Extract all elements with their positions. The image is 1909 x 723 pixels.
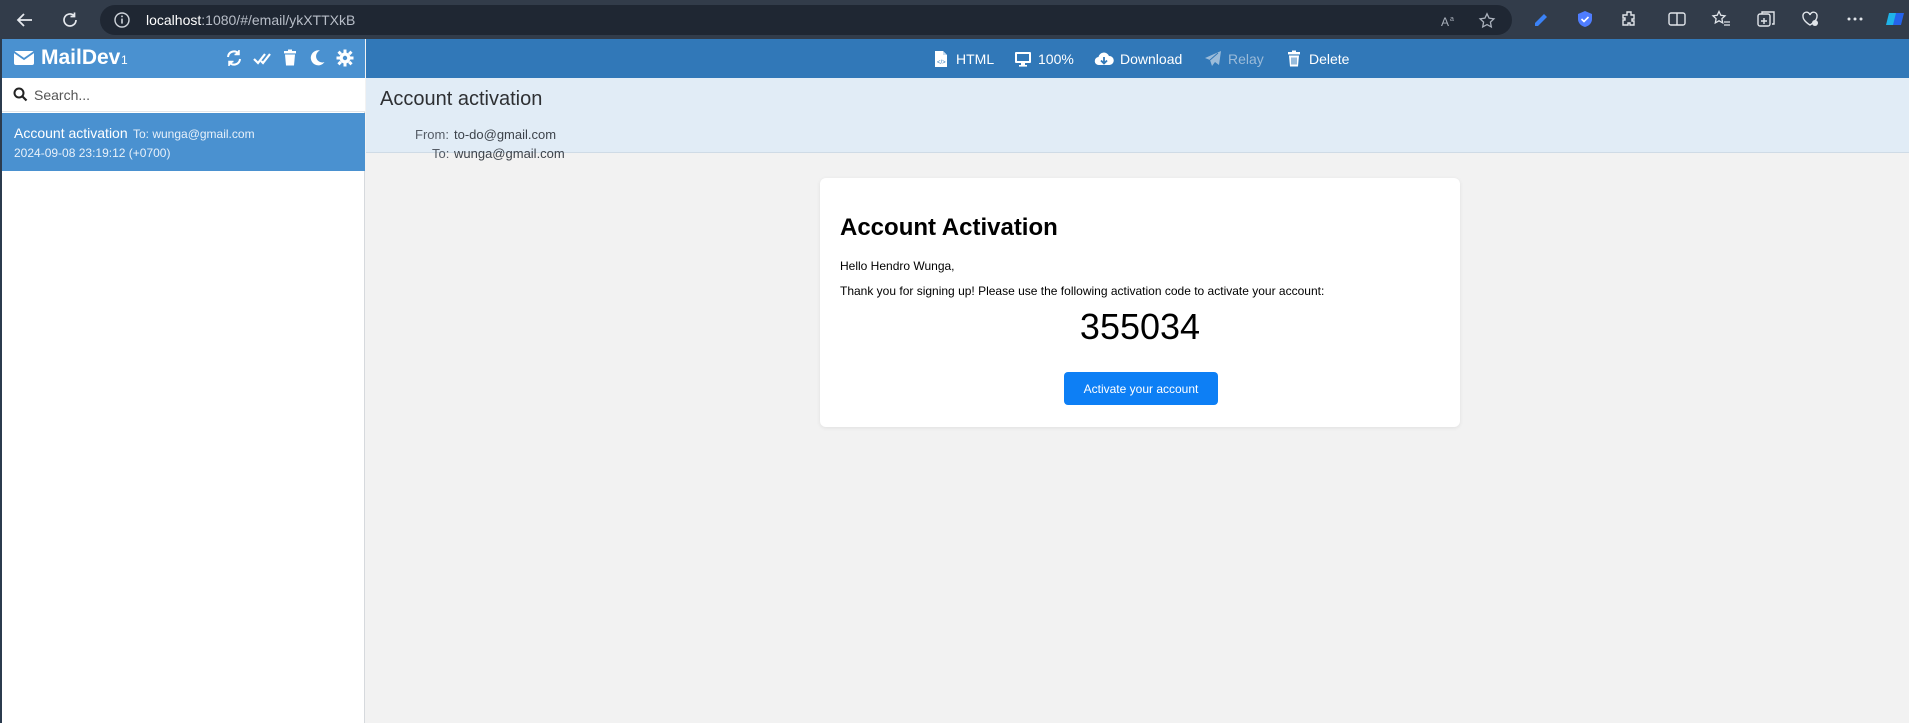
email-body-card: Account Activation Hello Hendro Wunga, T… [820, 178, 1460, 427]
app-title: MailDev [41, 46, 121, 69]
email-item-subject: Account activation [14, 125, 128, 141]
email-count-badge: 1 [121, 53, 128, 67]
body-greeting: Hello Hendro Wunga, [840, 259, 955, 273]
search-input[interactable] [34, 84, 354, 106]
email-item-recipient: To: wunga@gmail.com [133, 127, 255, 141]
download-button[interactable]: Download [1094, 48, 1182, 70]
extension-pen-icon[interactable] [1531, 9, 1551, 29]
address-url: localhost:1080/#/email/ykXTTXkB [146, 12, 356, 28]
to-address: wunga@gmail.com [454, 146, 565, 161]
svg-text:a: a [1450, 16, 1454, 23]
search-bar [2, 78, 365, 112]
svg-text:A: A [1441, 15, 1449, 29]
html-button-label: HTML [956, 51, 995, 67]
envelope-icon [13, 51, 35, 65]
zoom-button-label: 100% [1038, 51, 1074, 67]
to-label: To: [432, 146, 450, 161]
email-list-item[interactable]: Account activation To: wunga@gmail.com 2… [2, 113, 365, 171]
more-icon[interactable] [1845, 9, 1865, 29]
back-icon[interactable] [11, 6, 39, 34]
trash-icon[interactable] [281, 49, 299, 67]
email-subject: Account activation [380, 88, 543, 110]
refresh-icon[interactable] [225, 49, 243, 67]
paper-plane-icon [1205, 51, 1221, 66]
shield-extension-icon[interactable] [1575, 9, 1595, 29]
email-view: </> HTML 100% Download Relay Delete Acco… [366, 39, 1909, 723]
favorites-icon[interactable] [1711, 9, 1731, 29]
relay-button[interactable]: Relay [1204, 48, 1264, 70]
mark-read-icon[interactable] [253, 49, 271, 67]
sidebar-header: MailDev 1 [2, 39, 365, 78]
cloud-download-icon [1094, 52, 1114, 66]
favorite-star-icon[interactable] [1478, 12, 1496, 30]
from-address: to-do@gmail.com [454, 127, 557, 142]
monitor-icon [1015, 52, 1031, 67]
maildev-app: MailDev 1 Account activation To: wunga@g… [0, 39, 1909, 723]
file-code-icon: </> [935, 51, 947, 67]
trash-icon [1288, 50, 1300, 67]
delete-button-label: Delete [1309, 51, 1350, 67]
delete-button[interactable]: Delete [1285, 48, 1349, 70]
browser-toolbar: localhost:1080/#/email/ykXTTXkB Aa [0, 0, 1909, 39]
html-button[interactable]: </> HTML [932, 48, 994, 70]
email-header: Account activation From: to-do@gmail.com… [366, 78, 1909, 161]
reload-icon[interactable] [56, 6, 84, 34]
read-aloud-icon[interactable]: Aa [1440, 12, 1458, 30]
search-icon [13, 87, 28, 102]
split-screen-icon[interactable] [1667, 9, 1687, 29]
sidebar: MailDev 1 Account activation To: wunga@g… [2, 39, 365, 723]
address-bar[interactable]: localhost:1080/#/email/ykXTTXkB Aa [100, 5, 1512, 35]
email-item-date: 2024-09-08 23:19:12 (+0700) [14, 146, 171, 160]
svg-text:</>: </> [937, 60, 946, 66]
heart-icon[interactable] [1800, 9, 1820, 29]
from-label: From: [415, 127, 449, 142]
zoom-button[interactable]: 100% [1014, 48, 1074, 70]
body-message: Thank you for signing up! Please use the… [840, 284, 1325, 298]
collections-icon[interactable] [1756, 9, 1776, 29]
download-button-label: Download [1120, 51, 1183, 67]
extension-icon[interactable] [1619, 9, 1639, 29]
activation-code: 355034 [1079, 306, 1201, 347]
body-heading: Account Activation [840, 214, 1058, 241]
gear-icon[interactable] [336, 49, 354, 67]
moon-icon[interactable] [308, 49, 326, 67]
relay-button-label: Relay [1228, 51, 1264, 67]
activate-account-button[interactable]: Activate your account [1064, 372, 1218, 405]
copilot-icon[interactable] [1885, 9, 1905, 29]
info-icon[interactable] [113, 11, 131, 29]
email-toolbar: </> HTML 100% Download Relay Delete [366, 39, 1909, 78]
